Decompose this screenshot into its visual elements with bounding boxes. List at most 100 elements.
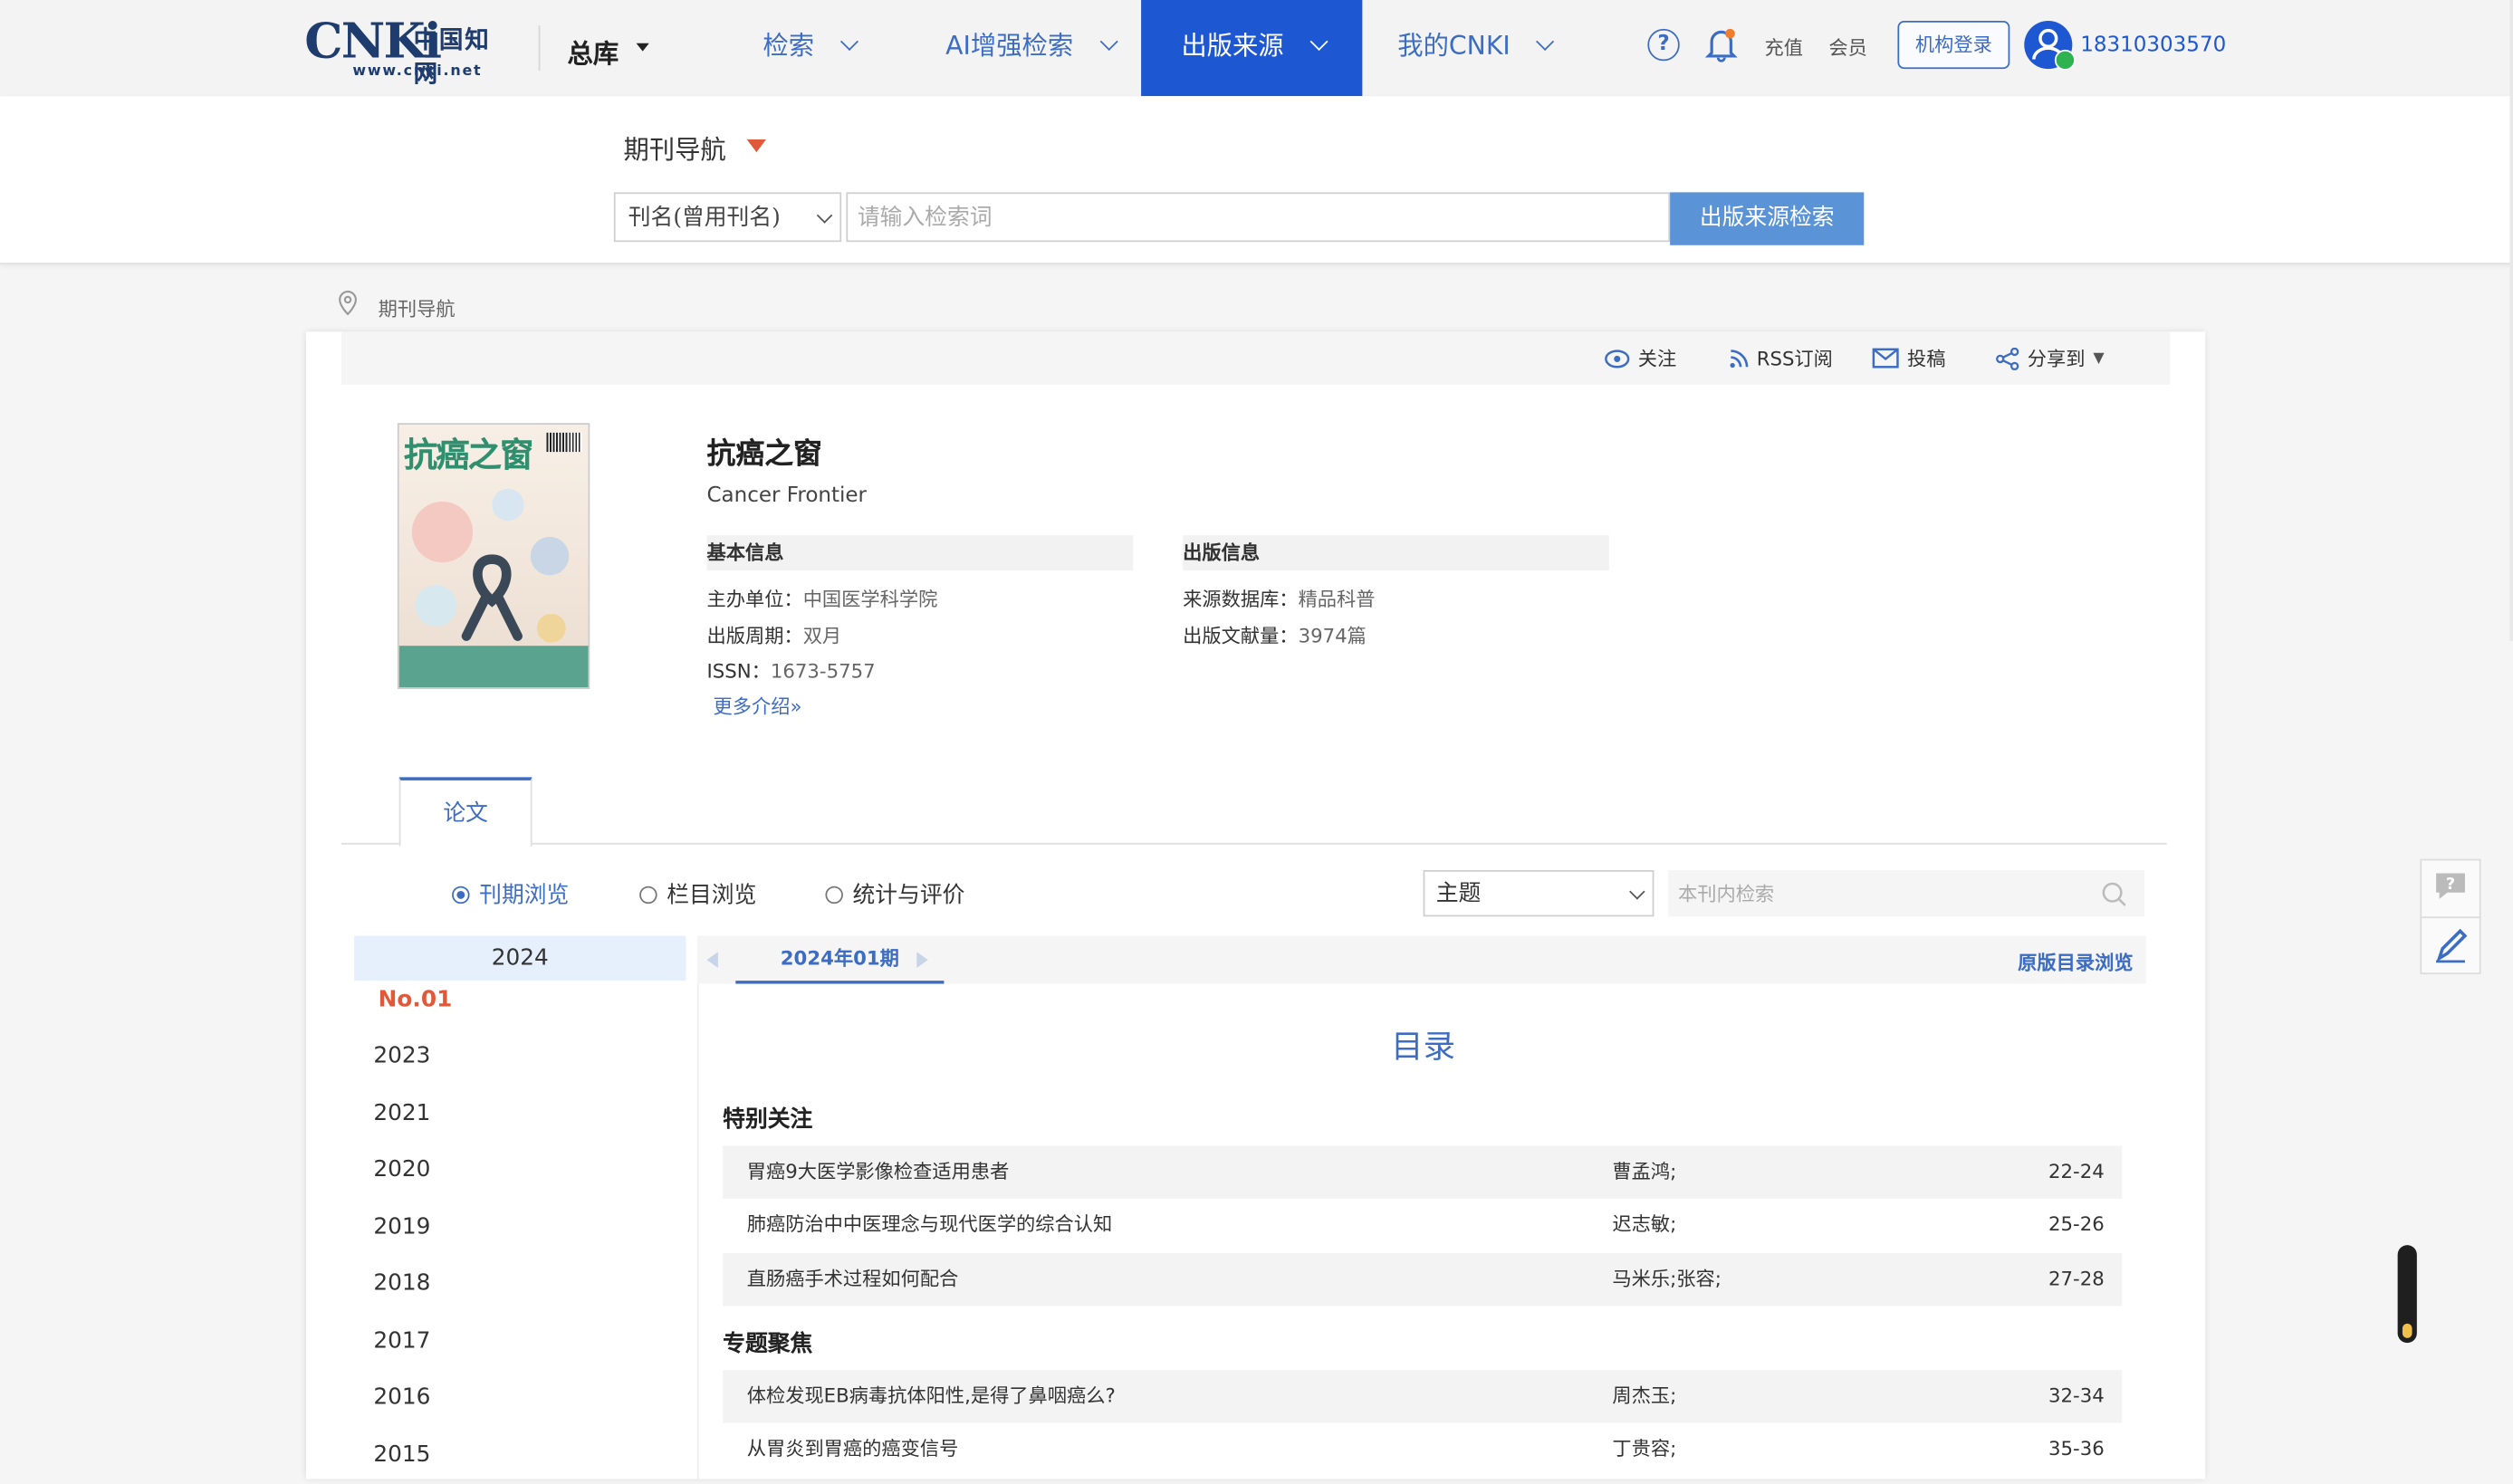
source-search-button[interactable]: 出版来源检索 <box>1670 192 1865 245</box>
year-item[interactable]: 2016 <box>354 1370 686 1427</box>
issue-bar: 2024年01期 原版目录浏览 <box>696 935 2146 984</box>
database-label: 来源数据库： <box>1183 588 1299 611</box>
article-title-link[interactable]: 胃癌9大医学影像检查适用患者 <box>747 1145 1010 1198</box>
article-pages: 22-24 <box>2048 1160 2105 1183</box>
year-item[interactable]: 2017 <box>354 1313 686 1370</box>
chevron-down-icon <box>1629 884 1645 900</box>
floating-toolbar: ? <box>2420 858 2481 975</box>
double-chevron-down-icon: » <box>790 695 802 718</box>
triangle-down-icon[interactable] <box>746 139 766 153</box>
sponsor-info: 主办单位：中国医学科学院 <box>706 585 937 612</box>
year-item-open[interactable]: 2024 <box>354 935 686 981</box>
journal-name: 抗癌之窗 <box>706 437 822 472</box>
bell-icon[interactable] <box>1705 27 1738 62</box>
scroll-handle[interactable] <box>2397 1245 2417 1344</box>
article-row: 体检发现EB病毒抗体阳性,是得了鼻咽癌么? 周杰玉; 32-34 <box>723 1370 2123 1423</box>
year-item[interactable]: 2023 <box>354 1029 686 1086</box>
article-title-link[interactable]: 直肠癌手术过程如何配合 <box>747 1253 959 1306</box>
inner-search-input[interactable] <box>1668 870 2144 917</box>
article-title-link[interactable]: 体检发现EB病毒抗体阳性,是得了鼻咽癌么? <box>747 1370 1116 1422</box>
article-pages: 35-36 <box>2048 1437 2105 1460</box>
cover-title: 抗癌之窗 <box>403 434 533 474</box>
cover-decoration <box>536 613 566 643</box>
edit-pencil-icon[interactable] <box>2433 926 2469 964</box>
source-search-panel: 期刊导航 刊名(曾用刊名) 出版来源检索 <box>0 96 2513 265</box>
location-pin-icon <box>339 291 357 316</box>
basic-info-header: 基本信息 <box>706 535 1134 571</box>
journal-english-name: Cancer Frontier <box>706 483 868 509</box>
database-info: 来源数据库：精品科普 <box>1183 585 1375 612</box>
chevron-down-icon <box>816 207 833 224</box>
current-issue-tab[interactable]: 2024年01期 <box>735 936 945 984</box>
tab-divider <box>341 842 2167 845</box>
mode-issue-browse[interactable]: 刊期浏览 <box>452 878 569 910</box>
next-issue-icon[interactable] <box>916 952 928 968</box>
sponsor-label: 主办单位： <box>706 588 803 611</box>
radio-icon <box>825 885 843 904</box>
tab-papers[interactable]: 论文 <box>398 777 532 847</box>
field-select-value: 刊名(曾用刊名) <box>628 205 781 231</box>
article-title-link[interactable]: 从胃炎到胃癌的癌变信号 <box>747 1423 959 1476</box>
article-author[interactable]: 迟志敏; <box>1612 1199 1676 1251</box>
org-login-button[interactable]: 机构登录 <box>1897 21 2010 70</box>
share-icon <box>1996 347 2019 369</box>
database-value: 精品科普 <box>1298 588 1376 611</box>
mode-column-browse[interactable]: 栏目浏览 <box>639 878 756 910</box>
toc-title: 目录 <box>1391 1027 1455 1066</box>
top-bar: CNKi 中国知网 www.cnki.net 总库 检索 AI增强检索 出版来源… <box>0 0 2513 97</box>
article-author[interactable]: 马米乐;张容; <box>1612 1253 1722 1306</box>
nav-ai-search[interactable]: AI增强检索 <box>945 0 1118 96</box>
recharge-link[interactable]: 充值 <box>1765 34 1804 61</box>
submit-button[interactable]: 投稿 <box>1872 345 1946 372</box>
issn-label: ISSN： <box>706 660 771 683</box>
mode-statistics[interactable]: 统计与评价 <box>825 878 964 910</box>
journal-card: 关注 RSS订阅 投稿 分享到 ▼ 抗癌之窗 抗癌之窗 Cancer Front… <box>306 331 2206 1479</box>
breadcrumb[interactable]: 期刊导航 <box>379 295 456 322</box>
rss-button[interactable]: RSS订阅 <box>1730 345 1833 372</box>
scrollbar-track[interactable] <box>2509 0 2513 641</box>
nav-search[interactable]: 检索 <box>763 0 859 96</box>
original-toc-link[interactable]: 原版目录浏览 <box>2018 949 2133 976</box>
cnki-logo[interactable]: CNKi 中国知网 www.cnki.net <box>304 15 513 89</box>
nav-my-cnki[interactable]: 我的CNKI <box>1397 0 1555 96</box>
article-author[interactable]: 曹孟鸿; <box>1612 1145 1676 1198</box>
inner-field-select[interactable]: 主题 <box>1423 870 1655 917</box>
share-dropdown[interactable]: 分享到 ▼ <box>1995 345 2105 372</box>
year-item[interactable]: 2018 <box>354 1257 686 1314</box>
search-icon[interactable] <box>2101 881 2126 906</box>
article-pages: 25-26 <box>2048 1212 2105 1236</box>
article-author[interactable]: 丁贵容; <box>1612 1423 1676 1476</box>
more-intro-link[interactable]: 更多介绍» <box>714 693 802 720</box>
year-item[interactable]: 2015 <box>354 1427 686 1484</box>
article-row: 胃癌9大医学影像检查适用患者 曹孟鸿; 22-24 <box>723 1145 2123 1199</box>
year-item[interactable]: 2021 <box>354 1086 686 1143</box>
member-link[interactable]: 会员 <box>1828 34 1867 61</box>
chevron-down-icon <box>1099 33 1118 52</box>
caret-down-icon[interactable] <box>636 43 649 52</box>
eye-icon <box>1605 349 1630 368</box>
chevron-down-icon <box>1309 33 1328 52</box>
article-author[interactable]: 周杰玉; <box>1612 1370 1676 1422</box>
help-icon[interactable]: ? <box>1647 28 1680 62</box>
avatar[interactable] <box>2024 21 2076 71</box>
year-item[interactable]: 2020 <box>354 1143 686 1200</box>
username[interactable]: 18310303570 <box>2080 34 2226 58</box>
inner-field-value: 主题 <box>1435 881 1482 907</box>
follow-button[interactable]: 关注 <box>1605 345 1676 372</box>
cover-footer-band <box>398 646 589 688</box>
article-row: 直肠癌手术过程如何配合 马米乐;张容; 27-28 <box>723 1252 2123 1307</box>
issue-item-active[interactable]: No.01 <box>354 981 686 1021</box>
journal-cover[interactable]: 抗癌之窗 <box>397 423 590 690</box>
cover-decoration <box>415 584 457 627</box>
library-switch[interactable]: 总库 <box>568 32 619 70</box>
section-title: 特别关注 <box>723 1106 813 1134</box>
prev-issue-icon[interactable] <box>706 952 718 968</box>
feedback-bubble-icon[interactable]: ? <box>2433 870 2469 902</box>
year-item[interactable]: 2019 <box>354 1200 686 1257</box>
field-select[interactable]: 刊名(曾用刊名) <box>613 192 842 243</box>
rss-icon <box>1730 349 1749 368</box>
nav-publication-source[interactable]: 出版来源 <box>1141 0 1363 97</box>
journal-nav-toggle[interactable]: 期刊导航 <box>623 129 725 167</box>
article-title-link[interactable]: 肺癌防治中中医理念与现代医学的综合认知 <box>747 1199 1113 1251</box>
keyword-input[interactable] <box>846 192 1671 243</box>
